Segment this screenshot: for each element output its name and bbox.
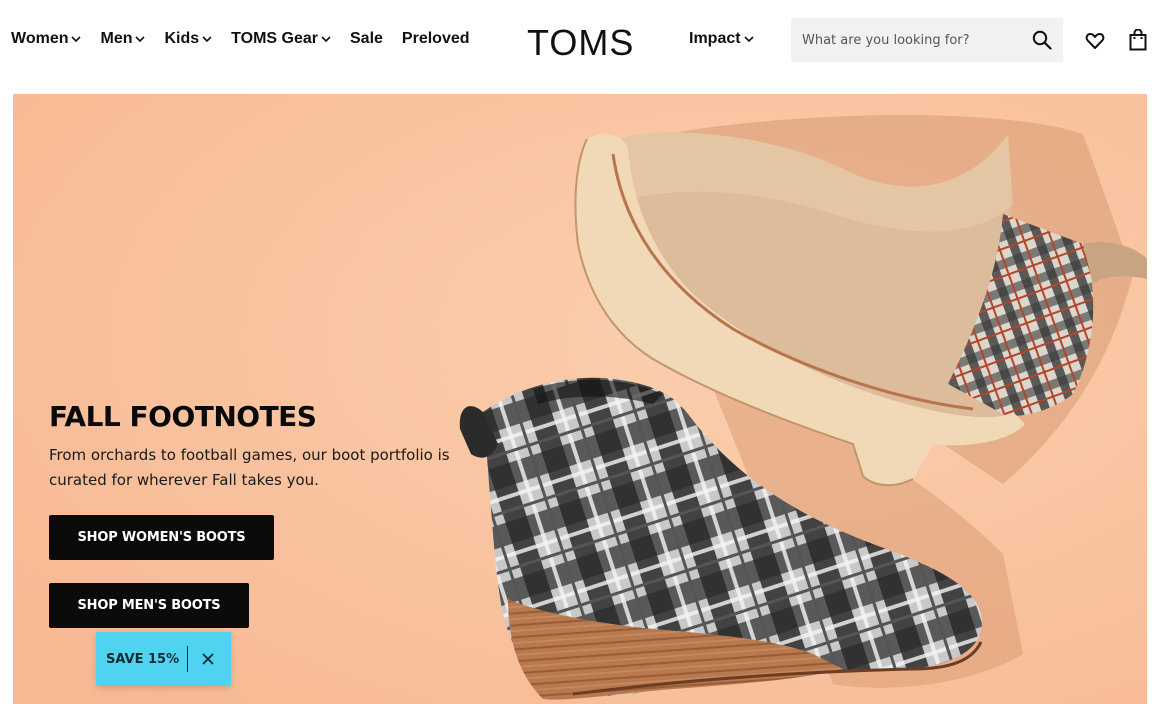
promo-save-pill: SAVE 15%	[96, 632, 231, 686]
chevron-down-icon	[321, 35, 331, 43]
search-input[interactable]	[802, 32, 1022, 48]
nav-item-sale[interactable]: Sale	[350, 30, 383, 48]
shop-mens-boots-button[interactable]: SHOP MEN'S BOOTS	[49, 583, 249, 628]
close-icon[interactable]	[201, 652, 215, 666]
nav-label-preloved: Preloved	[401, 30, 470, 47]
site-header: Women Men Kids TOMS Gear Sale Preloved T…	[0, 0, 1160, 82]
hero-subtitle: From orchards to football games, our boo…	[49, 446, 450, 489]
nav-item-women[interactable]: Women	[11, 30, 82, 48]
nav-label-women: Women	[11, 30, 69, 47]
site-logo[interactable]: TOMS	[527, 22, 634, 64]
shopping-bag-icon[interactable]	[1129, 28, 1147, 51]
chevron-down-icon	[202, 35, 212, 43]
chevron-down-icon	[135, 35, 146, 43]
nav-label-men: Men	[100, 30, 133, 47]
search-icon[interactable]	[1032, 30, 1052, 50]
shop-womens-boots-button[interactable]: SHOP WOMEN'S BOOTS	[49, 515, 274, 560]
nav-label-toms-gear: TOMS Gear	[231, 30, 318, 47]
nav-label-kids: Kids	[164, 30, 200, 47]
nav-item-preloved[interactable]: Preloved	[402, 30, 470, 48]
chevron-down-icon	[744, 35, 754, 43]
chevron-down-icon	[71, 35, 82, 43]
nav-item-men[interactable]: Men	[100, 30, 146, 48]
hero-title: FALL FOOTNOTES	[49, 400, 317, 433]
nav-item-toms-gear[interactable]: TOMS Gear	[231, 30, 331, 48]
main-nav: Women Men Kids TOMS Gear Sale Preloved	[11, 30, 489, 48]
nav-label-sale: Sale	[350, 30, 383, 47]
heart-icon[interactable]	[1085, 31, 1105, 51]
hero-banner: FALL FOOTNOTES From orchards to football…	[13, 94, 1147, 704]
search-bar	[791, 18, 1063, 62]
promo-divider	[187, 646, 189, 672]
nav-item-impact[interactable]: Impact	[689, 30, 754, 48]
promo-save-label[interactable]: SAVE 15%	[106, 652, 179, 667]
nav-label-impact: Impact	[689, 30, 741, 47]
nav-item-kids[interactable]: Kids	[164, 30, 212, 48]
